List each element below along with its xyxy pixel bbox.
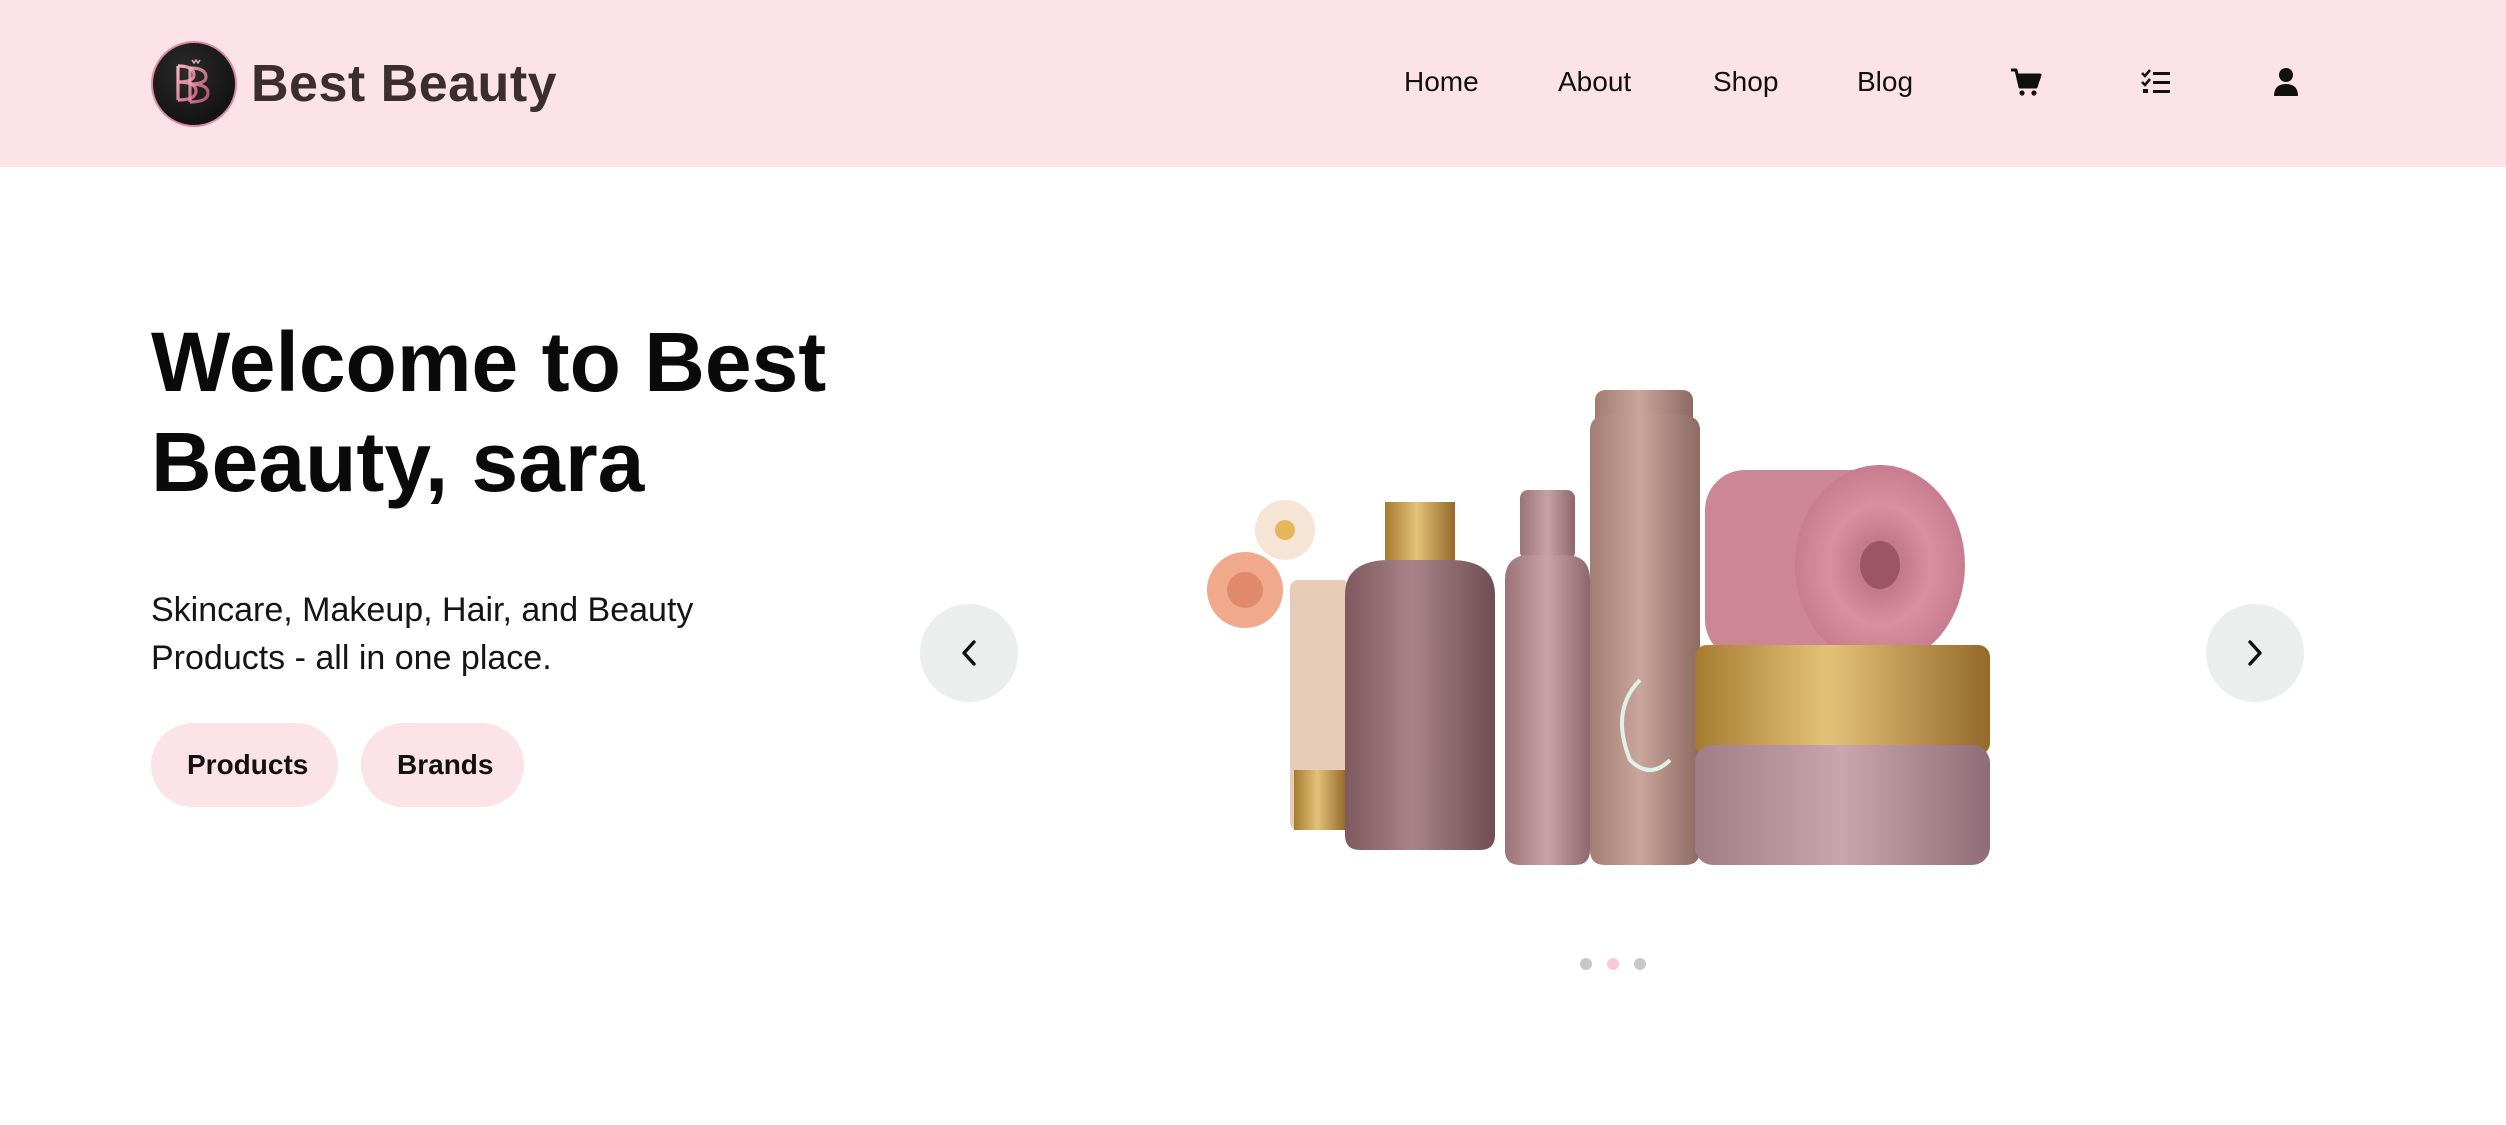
site-header: Best Beauty Home About Shop Blog <box>0 0 2506 167</box>
cart-icon[interactable] <box>2008 64 2044 100</box>
carousel-next-button[interactable] <box>2206 604 2304 702</box>
products-button[interactable]: Products <box>151 723 338 807</box>
carousel-prev-button[interactable] <box>920 604 1018 702</box>
carousel-dot-3[interactable] <box>1634 958 1646 970</box>
carousel-slide-image <box>1207 390 1990 865</box>
main-nav: Home About Shop Blog <box>0 0 2506 167</box>
hero-subtitle: Skincare, Makeup, Hair, and Beauty Produ… <box>151 591 694 677</box>
carousel-dot-2[interactable] <box>1607 958 1619 970</box>
brands-button[interactable]: Brands <box>361 723 524 807</box>
nav-shop[interactable]: Shop <box>1713 62 1778 102</box>
user-icon[interactable] <box>2268 64 2304 100</box>
nav-about[interactable]: About <box>1558 62 1631 102</box>
chevron-right-icon <box>2248 640 2262 666</box>
carousel-dot-1[interactable] <box>1580 958 1592 970</box>
hero-title: Welcome to Best Beauty, sara <box>151 315 827 509</box>
nav-home[interactable]: Home <box>1404 62 1479 102</box>
nav-blog[interactable]: Blog <box>1857 62 1913 102</box>
checklist-icon[interactable] <box>2138 64 2174 100</box>
chevron-left-icon <box>962 640 976 666</box>
